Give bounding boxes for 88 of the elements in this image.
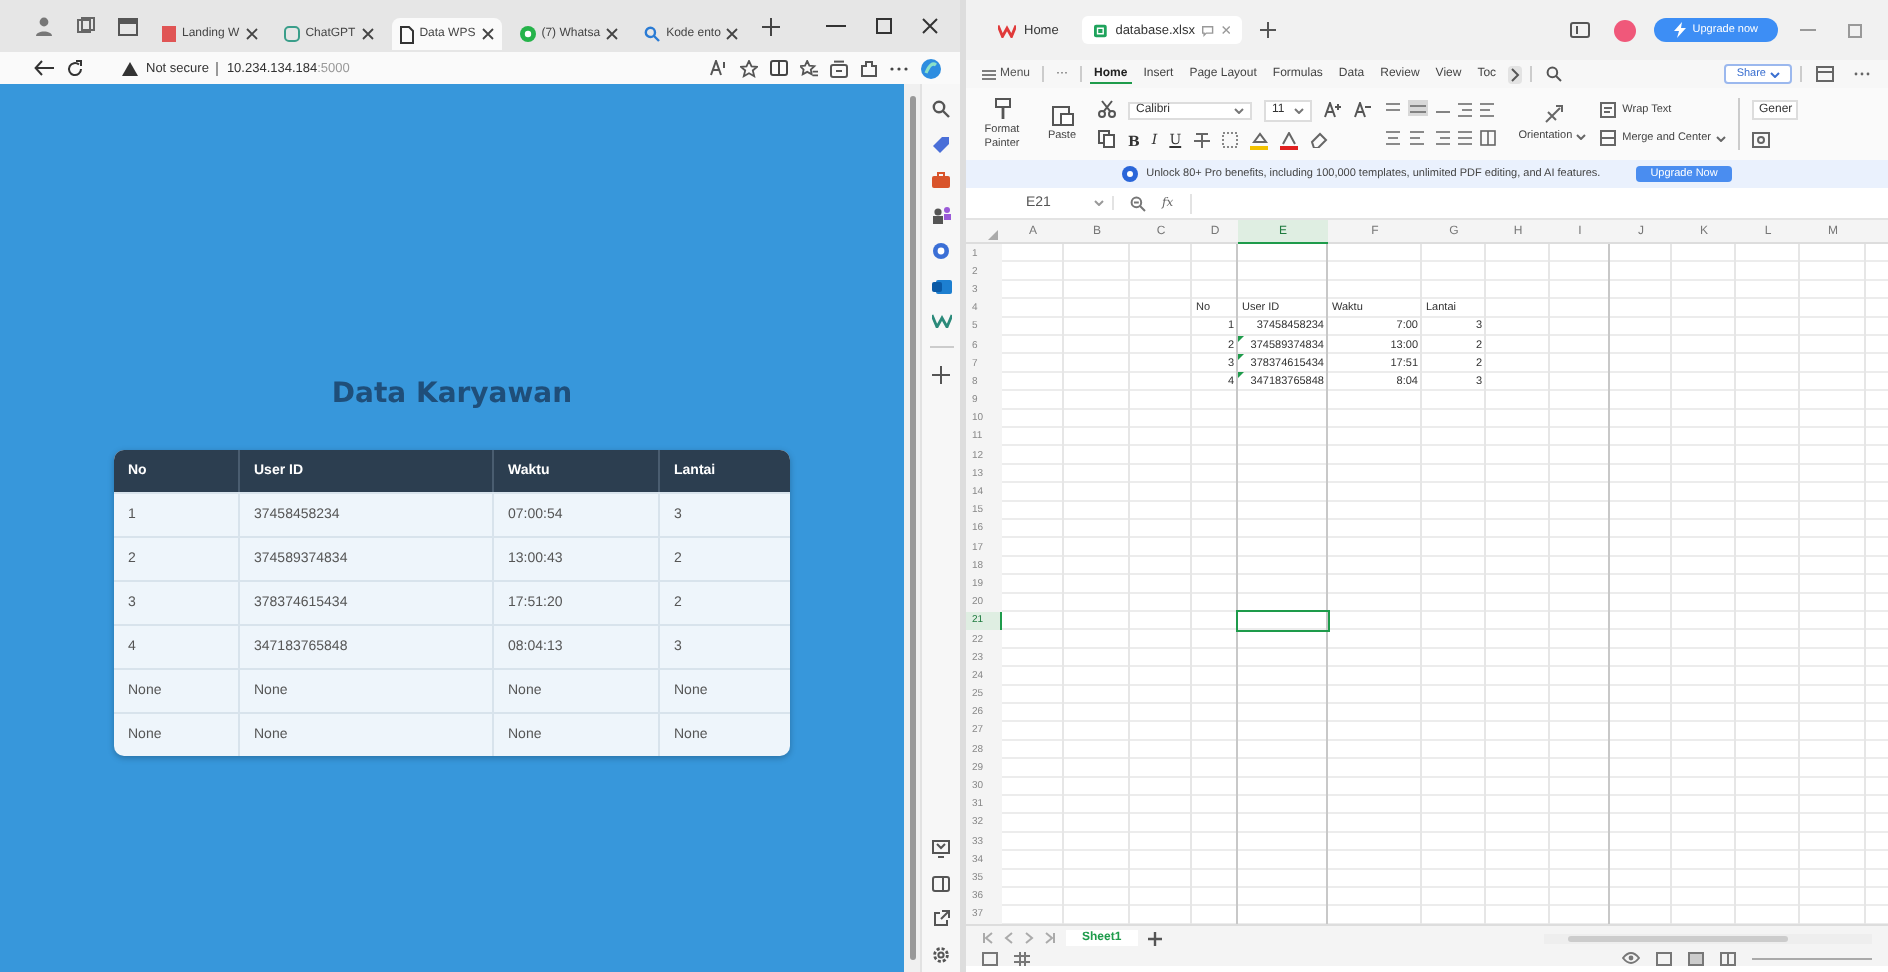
warning-icon <box>122 61 138 75</box>
caret-icon <box>1716 135 1727 141</box>
font-color-icon[interactable] <box>1279 131 1298 149</box>
fill-color-icon[interactable] <box>1249 131 1268 149</box>
zoom-icon[interactable] <box>1130 195 1146 211</box>
lightning-icon <box>1674 22 1687 38</box>
spreadsheet-icon <box>1094 21 1108 39</box>
settings-icon[interactable] <box>932 946 950 964</box>
w-logo-icon <box>998 23 1016 37</box>
caret-icon <box>1576 133 1587 140</box>
add-icon[interactable] <box>932 366 950 384</box>
search-icon <box>644 26 661 42</box>
minimize-icon[interactable] <box>826 20 846 32</box>
currency-icon[interactable] <box>1752 132 1771 148</box>
normal-view-icon[interactable] <box>1656 951 1672 965</box>
caret-icon <box>1094 200 1104 206</box>
scissors-icon[interactable] <box>1098 100 1116 118</box>
search-icon[interactable] <box>1546 66 1563 82</box>
maximize-icon[interactable] <box>876 18 892 34</box>
screen-icon[interactable] <box>932 840 950 858</box>
chat-icon <box>283 26 300 42</box>
document-icon <box>399 25 414 43</box>
menu-icon <box>982 69 996 79</box>
wrap-text-icon <box>1600 102 1617 118</box>
error-flag-icon <box>1238 372 1244 379</box>
comment-icon[interactable] <box>1202 23 1215 37</box>
eye-icon[interactable] <box>1622 952 1640 964</box>
shrink-font-icon[interactable] <box>1354 102 1373 118</box>
copy-icon[interactable] <box>1098 130 1116 148</box>
favorites-icon[interactable] <box>800 59 818 77</box>
back-icon[interactable] <box>34 60 54 76</box>
brush-icon <box>991 98 1013 121</box>
sidebar-icon[interactable] <box>932 876 950 892</box>
chat-bubble-icon <box>519 26 536 42</box>
caret-icon <box>1294 107 1305 113</box>
close-icon[interactable] <box>726 28 739 40</box>
star-icon[interactable] <box>740 59 758 77</box>
info-badge-icon <box>1122 166 1139 182</box>
strikethrough-icon[interactable] <box>1193 132 1210 148</box>
search-icon[interactable] <box>932 100 950 118</box>
caret-icon <box>1234 107 1244 113</box>
refresh-icon[interactable] <box>66 59 84 77</box>
error-flag-icon <box>1238 354 1244 361</box>
mail-icon[interactable] <box>931 278 951 296</box>
copilot-icon[interactable] <box>920 57 942 79</box>
close-icon[interactable] <box>245 28 258 40</box>
new-tab-icon[interactable] <box>1260 22 1277 38</box>
panel-icon[interactable] <box>1816 66 1834 82</box>
layout-icon[interactable] <box>1570 22 1591 38</box>
close-icon[interactable] <box>606 28 619 40</box>
caret-icon <box>1770 71 1780 77</box>
sheet-view-icon[interactable] <box>982 951 998 965</box>
profile-icon[interactable] <box>34 16 54 36</box>
close-icon[interactable] <box>361 28 374 40</box>
selected-cell[interactable] <box>1236 609 1330 632</box>
external-link-icon[interactable] <box>932 910 950 928</box>
split-screen-icon[interactable] <box>770 60 788 76</box>
chevron-right-icon[interactable] <box>1508 65 1523 83</box>
borders-icon[interactable] <box>1221 132 1238 148</box>
tab-actions-icon[interactable] <box>118 17 138 35</box>
close-icon[interactable] <box>922 18 938 34</box>
collections-icon[interactable] <box>830 59 848 77</box>
grid-icon[interactable] <box>1014 951 1030 965</box>
extensions-icon[interactable] <box>860 59 878 77</box>
merge-cells-icon <box>1600 130 1617 146</box>
zoom-slider[interactable] <box>1752 954 1872 962</box>
page-break-icon[interactable] <box>1720 951 1736 965</box>
add-sheet-icon[interactable] <box>1147 931 1162 945</box>
clipboard-icon <box>1051 104 1073 127</box>
close-icon[interactable] <box>481 28 494 40</box>
briefcase-icon[interactable] <box>932 172 950 188</box>
read-aloud-icon[interactable] <box>710 60 728 76</box>
page-icon <box>162 26 176 42</box>
workspaces-icon[interactable] <box>76 16 96 36</box>
grow-font-icon[interactable] <box>1324 102 1343 118</box>
avatar-icon[interactable] <box>1614 19 1637 41</box>
page-title: Data Karyawan <box>331 376 573 414</box>
people-icon[interactable] <box>931 206 951 224</box>
tag-icon[interactable] <box>932 136 950 154</box>
circle-logo-icon[interactable] <box>932 242 950 260</box>
diagonal-arrow-icon <box>1541 104 1564 127</box>
page-layout-icon[interactable] <box>1688 951 1704 965</box>
more-icon[interactable] <box>890 65 908 71</box>
horizontal-scrollbar[interactable] <box>1544 933 1872 943</box>
eraser-icon[interactable] <box>1309 132 1328 148</box>
w-logo-icon[interactable] <box>931 314 951 328</box>
new-tab-icon[interactable] <box>762 17 781 35</box>
error-flag-icon <box>1238 335 1244 342</box>
